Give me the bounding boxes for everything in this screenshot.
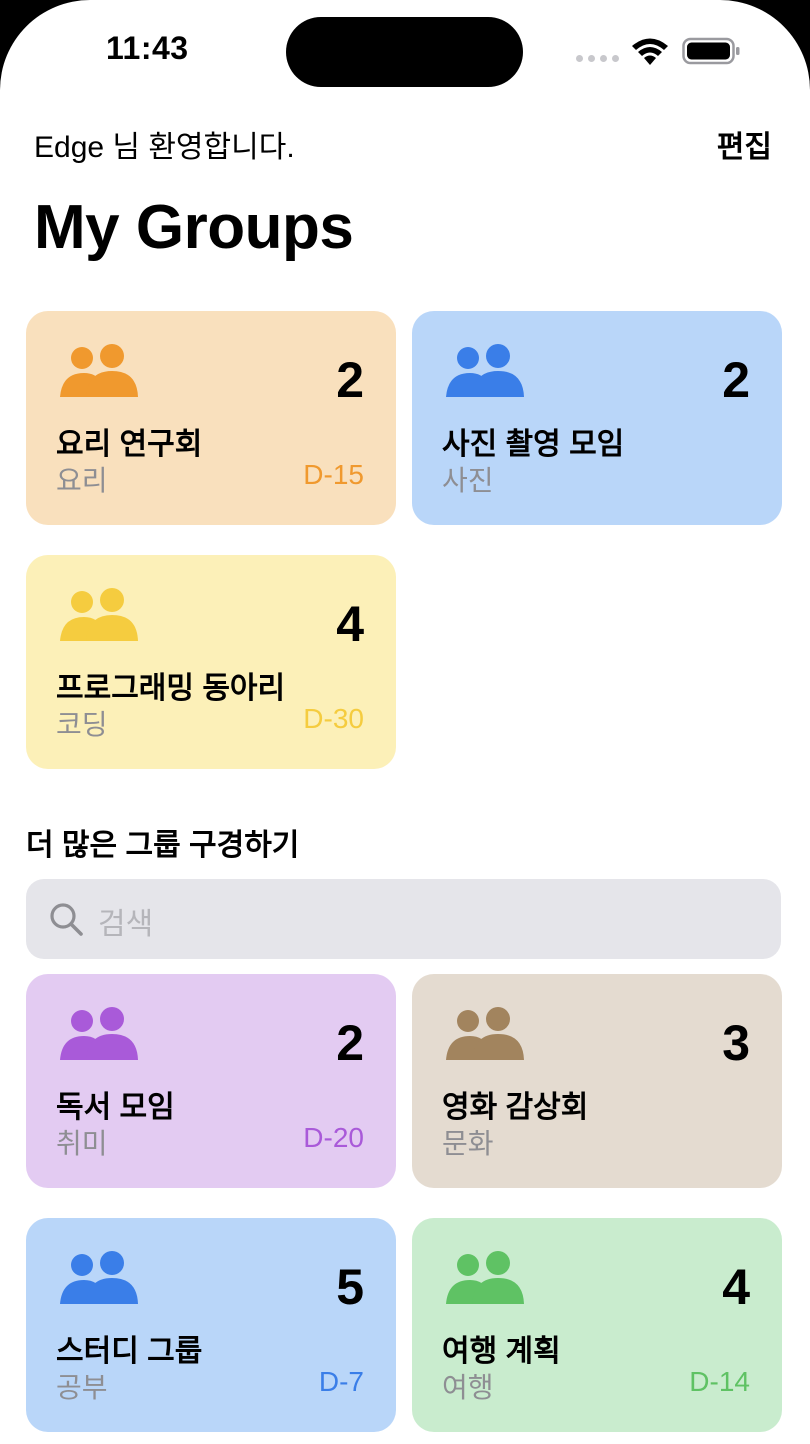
group-category: 요리 — [56, 465, 108, 496]
group-card-cooking[interactable]: 2 요리 연구회요리 D-15 — [26, 311, 396, 525]
people-icon — [60, 587, 140, 643]
status-bar: 11:43 — [0, 0, 810, 100]
group-name: 영화 감상회 — [442, 1091, 589, 1124]
group-name: 사진 촬영 모임 — [442, 428, 625, 461]
member-count: 5 — [336, 1259, 364, 1315]
search-placeholder: 검색 — [98, 908, 154, 941]
group-category: 공부 — [56, 1372, 108, 1403]
people-icon — [446, 1006, 526, 1062]
dday-badge: D-7 — [318, 1366, 364, 1397]
group-name: 독서 모임 — [56, 1091, 175, 1124]
group-category: 문화 — [442, 1128, 494, 1159]
status-time: 11:43 — [106, 30, 189, 66]
welcome-text: Edge 님 환영합니다. — [34, 131, 295, 164]
group-card-movie[interactable]: 3 영화 감상회문화 — [412, 974, 782, 1188]
group-card-programming[interactable]: 4 프로그래밍 동아리코딩 D-30 — [26, 555, 396, 769]
group-card-study[interactable]: 5 스터디 그룹공부 D-7 — [26, 1218, 396, 1432]
group-name: 여행 계획 — [442, 1335, 561, 1368]
group-category: 취미 — [56, 1128, 108, 1159]
wifi-icon — [632, 38, 668, 65]
cellular-signal-icon — [576, 55, 619, 62]
search-field[interactable]: 검색 — [26, 879, 781, 959]
group-card-photo[interactable]: 2 사진 촬영 모임사진 — [412, 311, 782, 525]
people-icon — [60, 1250, 140, 1306]
group-category: 사진 — [442, 465, 494, 496]
dynamic-island — [286, 17, 523, 87]
member-count: 3 — [722, 1015, 750, 1071]
dday-badge: D-30 — [303, 703, 364, 734]
people-icon — [60, 1006, 140, 1062]
app-screen: 11:43 Edge 님 환영합니다. 편집 My Groups 2 요리 연구회… — [0, 0, 810, 1444]
member-count: 2 — [336, 352, 364, 408]
member-count: 4 — [336, 596, 364, 652]
search-icon — [50, 903, 83, 936]
page-title: My Groups — [34, 193, 354, 262]
people-icon — [446, 1250, 526, 1306]
group-category: 여행 — [442, 1372, 494, 1403]
explore-section-title: 더 많은 그룹 구경하기 — [26, 829, 300, 862]
people-icon — [60, 343, 140, 399]
group-name: 스터디 그룹 — [56, 1335, 203, 1368]
group-name: 프로그래밍 동아리 — [56, 672, 286, 705]
member-count: 2 — [722, 352, 750, 408]
group-name: 요리 연구회 — [56, 428, 203, 461]
group-card-travel[interactable]: 4 여행 계획여행 D-14 — [412, 1218, 782, 1432]
battery-icon — [682, 37, 740, 65]
group-card-reading[interactable]: 2 독서 모임취미 D-20 — [26, 974, 396, 1188]
dday-badge: D-20 — [303, 1122, 364, 1153]
group-category: 코딩 — [56, 709, 108, 740]
dday-badge: D-15 — [303, 459, 364, 490]
dday-badge: D-14 — [689, 1366, 750, 1397]
edit-button[interactable]: 편집 — [717, 122, 772, 166]
people-icon — [446, 343, 526, 399]
member-count: 4 — [722, 1259, 750, 1315]
member-count: 2 — [336, 1015, 364, 1071]
